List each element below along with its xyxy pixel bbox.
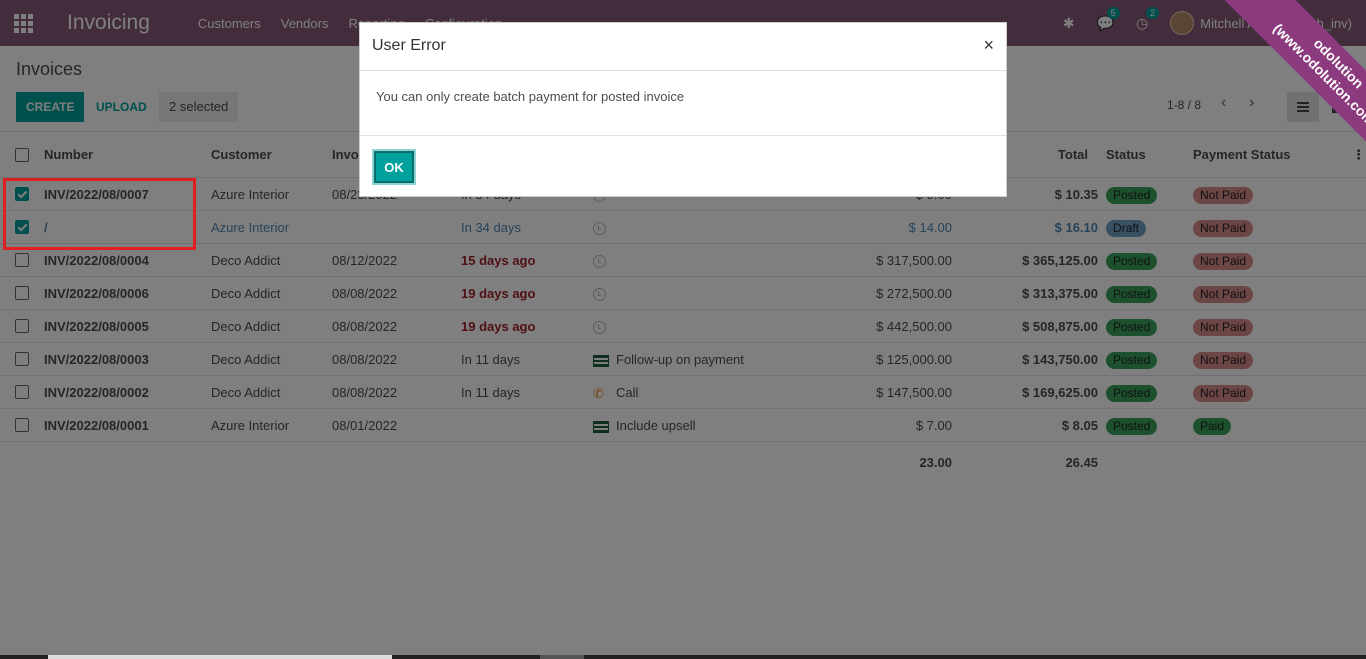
close-icon[interactable]: × bbox=[983, 35, 994, 56]
ok-button[interactable]: OK bbox=[374, 151, 414, 183]
modal-footer: OK bbox=[360, 135, 1006, 197]
watermark-text: odolution (www.odolution.com) bbox=[1210, 0, 1366, 150]
watermark-line1: odolution bbox=[1310, 35, 1366, 92]
watermark-ribbon: odolution (www.odolution.com) bbox=[1196, 0, 1366, 150]
modal-title: User Error bbox=[372, 37, 446, 54]
highlight-box bbox=[3, 178, 196, 250]
taskbar-segment bbox=[540, 655, 584, 659]
modal-header: User Error × bbox=[360, 23, 1006, 71]
taskbar-segment bbox=[48, 655, 392, 659]
user-error-dialog: User Error × You can only create batch p… bbox=[359, 22, 1007, 197]
modal-message: You can only create batch payment for po… bbox=[376, 89, 685, 104]
